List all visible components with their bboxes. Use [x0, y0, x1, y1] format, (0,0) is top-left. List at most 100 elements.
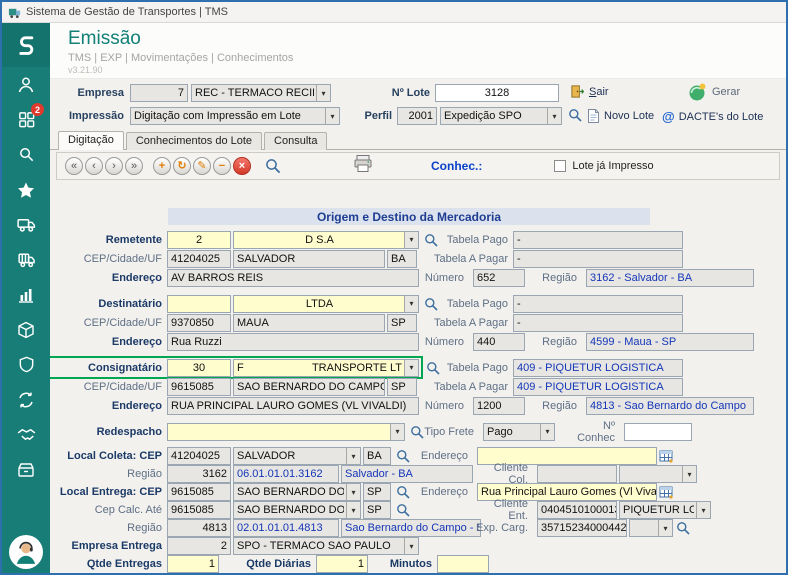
truck-icon[interactable]	[2, 207, 50, 242]
perfil-code-field[interactable]: 2001	[397, 107, 437, 125]
cliente-col-code-field[interactable]	[537, 465, 617, 483]
chart-icon[interactable]	[2, 277, 50, 312]
toolbar-search-icon[interactable]	[265, 158, 281, 174]
support-agent-avatar[interactable]	[9, 535, 43, 569]
dropdown-arrow-icon[interactable]: ▾	[404, 296, 418, 312]
entrega-search-icon[interactable]	[395, 485, 411, 499]
sair-button[interactable]: Sair	[570, 84, 609, 99]
nav-last-button[interactable]: »	[125, 157, 143, 175]
tipo-frete-select[interactable]: Pago ▾	[483, 423, 555, 441]
dacte-button[interactable]: @ DACTE's do Lote	[662, 109, 763, 124]
cep-calc-cep-field[interactable]: 9615085	[167, 501, 231, 519]
gerar-button[interactable]: Gerar	[686, 81, 740, 103]
print-button[interactable]	[353, 154, 373, 178]
remetente-cidade-field[interactable]: SALVADOR	[233, 250, 385, 268]
consignatario-select[interactable]: F TRANSPORTE LT ▾	[233, 359, 419, 377]
nav-next-button[interactable]: ›	[105, 157, 123, 175]
perfil-search-icon[interactable]	[567, 108, 583, 122]
lote-impresso-checkbox[interactable]	[554, 160, 566, 172]
dropdown-arrow-icon[interactable]: ▾	[390, 424, 404, 440]
cargo-box-icon[interactable]	[2, 312, 50, 347]
remove-record-button[interactable]: −	[213, 157, 231, 175]
cliente-ent-code-field[interactable]: 04045101000130	[537, 501, 617, 519]
destinatario-select[interactable]: LTDA ▾	[233, 295, 419, 313]
dropdown-arrow-icon[interactable]: ▾	[540, 424, 554, 440]
add-record-button[interactable]: +	[153, 157, 171, 175]
destinatario-cidade-field[interactable]: MAUA	[233, 314, 385, 332]
coleta-cep-field[interactable]: 41204025	[167, 447, 231, 465]
delivery-truck-icon[interactable]	[2, 242, 50, 277]
modules-grid-icon[interactable]: 2	[2, 102, 50, 137]
tab-conhecimentos-do-lote[interactable]: Conhecimentos do Lote	[126, 132, 262, 150]
consignatario-numero-field[interactable]: 1200	[473, 397, 525, 415]
partnership-handshake-icon[interactable]	[2, 417, 50, 452]
dropdown-arrow-icon[interactable]: ▾	[696, 502, 710, 518]
nav-prev-button[interactable]: ‹	[85, 157, 103, 175]
archive-box-icon[interactable]	[2, 452, 50, 487]
entrega-address-grid-icon[interactable]	[659, 485, 673, 499]
dropdown-arrow-icon[interactable]: ▾	[682, 466, 696, 482]
exp-carg-search-icon[interactable]	[675, 521, 691, 535]
entrega-cep-field[interactable]: 9615085	[167, 483, 231, 501]
empresa-entrega-select[interactable]: SPO - TERMACO SAO PAULO ▾	[233, 537, 419, 555]
favorites-star-icon[interactable]	[2, 172, 50, 207]
dropdown-arrow-icon[interactable]: ▾	[346, 448, 360, 464]
remetente-endereco-field[interactable]: AV BARROS REIS	[167, 269, 419, 287]
empresa-select[interactable]: REC - TERMACO RECIFE ▾	[191, 84, 331, 102]
exp-carg-select[interactable]: ▾	[629, 519, 673, 537]
remetente-code-field[interactable]: 2	[167, 231, 231, 249]
cliente-col-select[interactable]: ▾	[619, 465, 697, 483]
refresh-record-button[interactable]: ↻	[173, 157, 191, 175]
perfil-select[interactable]: Expedição SPO ▾	[440, 107, 562, 125]
remetente-uf-field[interactable]: BA	[387, 250, 417, 268]
cep-calc-cidade-select[interactable]: SAO BERNARDO DO CAMPO ▾	[233, 501, 361, 519]
cep-calc-search-icon[interactable]	[395, 503, 411, 517]
destinatario-code-field[interactable]	[167, 295, 231, 313]
coleta-cidade-select[interactable]: SALVADOR ▾	[233, 447, 361, 465]
dropdown-arrow-icon[interactable]: ▾	[404, 360, 418, 376]
exp-carg-field[interactable]: 35715234000442	[537, 519, 627, 537]
coleta-address-grid-icon[interactable]	[659, 449, 673, 463]
destinatario-uf-field[interactable]: SP	[387, 314, 417, 332]
dropdown-arrow-icon[interactable]: ▾	[316, 85, 330, 101]
entrega-uf-field[interactable]: SP	[363, 483, 391, 501]
novo-lote-button[interactable]: Novo Lote	[586, 108, 654, 124]
entrega-cidade-select[interactable]: SAO BERNARDO DO CAMPO ▾	[233, 483, 361, 501]
minutos-field[interactable]	[437, 555, 489, 573]
consignatario-endereco-field[interactable]: RUA PRINCIPAL LAURO GOMES (VL VIVALDI)	[167, 397, 419, 415]
consignatario-cidade-field[interactable]: SAO BERNARDO DO CAMPO	[233, 378, 385, 396]
shield-icon[interactable]	[2, 347, 50, 382]
dropdown-arrow-icon[interactable]: ▾	[404, 232, 418, 248]
search-icon[interactable]	[2, 137, 50, 172]
dropdown-arrow-icon[interactable]: ▾	[325, 108, 339, 124]
dropdown-arrow-icon[interactable]: ▾	[404, 538, 418, 554]
consignatario-code-field[interactable]: 30	[167, 359, 231, 377]
coleta-search-icon[interactable]	[395, 449, 411, 463]
empresa-entrega-code-field[interactable]: 2	[167, 537, 231, 555]
empresa-code-field[interactable]: 7	[130, 84, 188, 102]
nav-first-button[interactable]: «	[65, 157, 83, 175]
brand-logo-icon[interactable]	[2, 23, 50, 67]
cep-calc-uf-field[interactable]: SP	[363, 501, 391, 519]
destinatario-endereco-field[interactable]: Rua Ruzzi	[167, 333, 419, 351]
remetente-select[interactable]: D S.A ▾	[233, 231, 419, 249]
destinatario-cep-field[interactable]: 9370850	[167, 314, 231, 332]
impressao-select[interactable]: Digitação com Impressão em Lote ▾	[130, 107, 340, 125]
coleta-uf-field[interactable]: BA	[363, 447, 391, 465]
qtde-entregas-field[interactable]: 1	[167, 555, 219, 573]
redespacho-select[interactable]: ▾	[167, 423, 405, 441]
dropdown-arrow-icon[interactable]: ▾	[547, 108, 561, 124]
consignatario-cep-field[interactable]: 9615085	[167, 378, 231, 396]
user-icon[interactable]	[2, 67, 50, 102]
remetente-numero-field[interactable]: 652	[473, 269, 525, 287]
logistics-cycle-icon[interactable]	[2, 382, 50, 417]
qtde-diarias-field[interactable]: 1	[316, 555, 368, 573]
destinatario-numero-field[interactable]: 440	[473, 333, 525, 351]
cliente-ent-select[interactable]: PIQUETUR LOG LOGIST ▾	[619, 501, 711, 519]
remetente-cep-field[interactable]: 41204025	[167, 250, 231, 268]
dropdown-arrow-icon[interactable]: ▾	[658, 520, 672, 536]
consignatario-uf-field[interactable]: SP	[387, 378, 417, 396]
n-conhec-field[interactable]	[624, 423, 692, 441]
dropdown-arrow-icon[interactable]: ▾	[346, 484, 360, 500]
cancel-record-button[interactable]: ×	[233, 157, 251, 175]
